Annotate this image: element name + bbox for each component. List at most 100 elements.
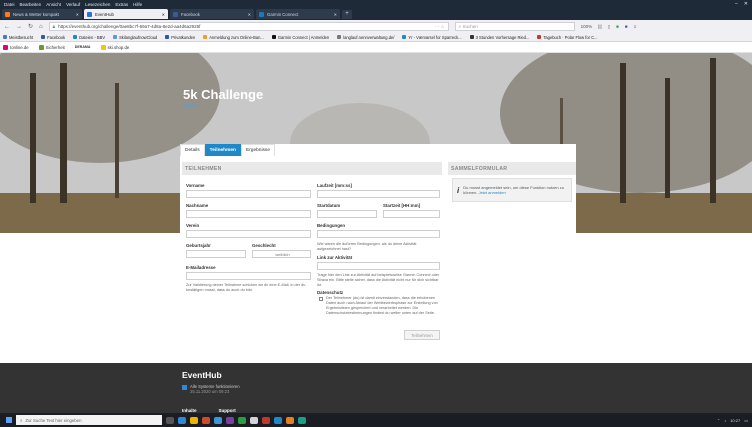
app-icon[interactable]	[238, 416, 246, 424]
site-link[interactable]: Sicherheit	[38, 44, 65, 50]
verein-input[interactable]	[186, 230, 311, 238]
library-icon[interactable]: |||	[598, 24, 602, 29]
app-icon[interactable]	[250, 416, 258, 424]
taskbar-search[interactable]: ⌕ Zur Suche Text hier eingeben	[16, 415, 162, 425]
explorer-icon[interactable]	[190, 416, 198, 424]
bookmark-item[interactable]: 3 Stunden Vorhersage Ried...	[469, 35, 529, 40]
startzeit-input[interactable]	[383, 210, 440, 218]
menu-item-extras[interactable]: Extras	[115, 2, 128, 7]
datenschutz-checkbox[interactable]	[319, 297, 323, 301]
login-link[interactable]: Jetzt anmelden	[479, 190, 506, 195]
bank-icon	[165, 35, 170, 39]
bookmark-item[interactable]: Yr - Værvarsel for Sparreck...	[402, 35, 462, 40]
status-date: 25.11.2020 um 09:23	[190, 389, 230, 394]
tab-garmin[interactable]: Garmin Connect ✕	[256, 9, 340, 19]
url-bar[interactable]: 🔒︎ https://eventhub.org/challenge/0ae8bc…	[48, 22, 449, 31]
geschlecht-select[interactable]: weiblich	[252, 250, 311, 258]
back-link[interactable]: Zurück	[183, 103, 197, 108]
windows-start-icon[interactable]	[6, 417, 12, 423]
home-icon[interactable]: ⌂	[39, 24, 43, 30]
site-link[interactable]: DERAMA	[75, 45, 91, 49]
app-icon[interactable]	[298, 416, 306, 424]
geburtsjahr-input[interactable]	[186, 250, 246, 258]
bookmark-item[interactable]: Anmeldung zum Online-Ban...	[203, 35, 264, 40]
tab-eventhub[interactable]: EventHub ✕	[84, 9, 168, 19]
facebook-container-icon[interactable]: ■	[625, 24, 628, 29]
site-link[interactable]: tonline.de	[3, 44, 29, 50]
news-favicon-icon	[5, 11, 10, 17]
bookmark-item[interactable]: Dateien - BBV	[73, 35, 105, 40]
search-placeholder: Suchen	[462, 24, 478, 29]
bedingungen-input[interactable]	[317, 230, 440, 238]
site-link[interactable]: ski.shop.de	[100, 44, 129, 50]
vorname-input[interactable]	[186, 190, 311, 198]
app-icon[interactable]	[274, 416, 282, 424]
bookmark-item[interactable]: SkilanglaufnowCloud	[113, 35, 157, 40]
edge-icon[interactable]	[178, 416, 186, 424]
sidebar-icon[interactable]: ▯	[608, 24, 610, 30]
bookmark-item[interactable]: Tagebuch · Polar Flow for C...	[537, 35, 598, 40]
bookmark-item[interactable]: Privatkunden	[165, 35, 195, 40]
app-icon[interactable]	[262, 416, 270, 424]
search-input[interactable]: ⌕ Suchen	[454, 22, 575, 31]
app-icon[interactable]	[226, 416, 234, 424]
tab-details[interactable]: Details	[180, 144, 205, 156]
link-input[interactable]	[317, 262, 440, 270]
facebook-favicon-icon	[173, 11, 178, 17]
nachname-input[interactable]	[186, 210, 311, 218]
close-tab-icon[interactable]: ✕	[76, 12, 79, 17]
tab-teilnehmen[interactable]: Teilnehmen	[204, 144, 241, 156]
menu-item-ansicht[interactable]: Ansicht	[46, 2, 61, 7]
nachname-label: Nachname	[186, 203, 209, 208]
forward-arrow-icon[interactable]: →	[16, 24, 22, 30]
browser-menubar: Datei Bearbeiten Ansicht Verlauf Lesezei…	[0, 0, 752, 8]
menu-item-bearbeiten[interactable]: Bearbeiten	[20, 2, 42, 7]
extension-icon[interactable]: ■	[616, 24, 619, 29]
reload-icon[interactable]: ↻	[28, 23, 33, 30]
notification-icon[interactable]: ▭	[744, 418, 748, 423]
tab-facebook[interactable]: Facebook ✕	[170, 9, 254, 19]
tab-news[interactable]: News & Wetter kompakt ✕	[2, 9, 82, 19]
minimize-icon[interactable]: –	[735, 1, 738, 7]
bookmark-label: Facebook	[47, 34, 66, 40]
menu-item-verlauf[interactable]: Verlauf	[66, 2, 80, 7]
cloud-icon	[73, 35, 78, 39]
bookmark-star-icon[interactable]: ··· ☆	[435, 24, 445, 30]
challenge-card: Details Teilnehmen Ergebnisse TEILNEHMEN…	[180, 144, 576, 376]
menu-item-hilfe[interactable]: Hilfe	[133, 2, 142, 7]
close-tab-icon[interactable]: ✕	[248, 12, 251, 17]
menu-item-datei[interactable]: Datei	[4, 2, 15, 7]
close-tab-icon[interactable]: ✕	[162, 12, 165, 17]
new-tab-button[interactable]: +	[342, 9, 352, 19]
bookmark-item[interactable]: Meistbesucht	[3, 35, 33, 40]
teilnehmen-submit-button[interactable]: Teilnehmen	[404, 330, 440, 340]
close-tab-icon[interactable]: ✕	[334, 12, 337, 17]
zoom-level[interactable]: 100%	[581, 24, 593, 29]
close-window-icon[interactable]: ✕	[744, 1, 748, 7]
bookmark-item[interactable]: langlauf.nennverwaltung.de/	[337, 35, 394, 40]
firefox-icon[interactable]	[202, 416, 210, 424]
volume-icon[interactable]: ♪	[724, 418, 726, 423]
mail-icon[interactable]	[214, 416, 222, 424]
laufzeit-label: Laufzeit [mm:ss]	[317, 183, 352, 188]
notice-text: Du musst angemeldet sein, um diese Funkt…	[463, 185, 567, 195]
network-icon[interactable]: ⌃	[717, 418, 720, 423]
window-controls: – ✕	[735, 1, 752, 7]
back-arrow-icon[interactable]: ←	[4, 24, 10, 30]
clock[interactable]: 10:27	[730, 418, 740, 423]
task-view-icon[interactable]	[166, 416, 174, 424]
tonline-icon	[3, 44, 8, 50]
search-icon: ⌕	[20, 417, 23, 423]
app-icon[interactable]	[286, 416, 294, 424]
tab-label: EventHub	[95, 11, 114, 17]
tab-ergebnisse[interactable]: Ergebnisse	[240, 144, 275, 156]
startzeit-label: Startzeit [HH:mm]	[383, 203, 421, 208]
menu-icon[interactable]: ≡	[634, 24, 637, 29]
laufzeit-input[interactable]	[317, 190, 440, 198]
email-input[interactable]	[186, 272, 311, 280]
bookmark-item[interactable]: Facebook	[41, 35, 65, 40]
startdatum-input[interactable]	[317, 210, 377, 218]
sammel-header: SAMMELFORMULAR	[448, 162, 576, 175]
bookmark-item[interactable]: Garmin Connect | Anmelden	[271, 35, 329, 40]
menu-item-lesezeichen[interactable]: Lesezeichen	[85, 2, 110, 7]
